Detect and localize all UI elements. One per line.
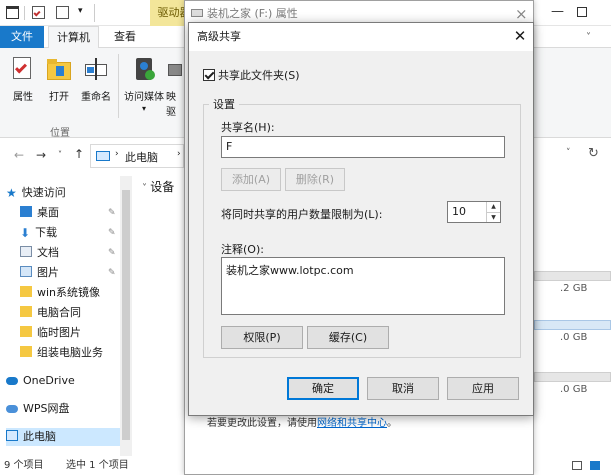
pin-icon[interactable]: ✎ xyxy=(108,208,116,218)
nav-folder-contracts[interactable]: 电脑合同 xyxy=(20,304,81,322)
spin-down-icon[interactable]: ▼ xyxy=(486,212,500,222)
close-icon[interactable]: × xyxy=(515,5,528,23)
properties-quick-icon[interactable] xyxy=(32,6,45,19)
user-limit-label: 将同时共享的用户数量限制为(L): xyxy=(221,208,383,221)
nav-scrollbar-thumb[interactable] xyxy=(122,190,130,440)
pictures-icon xyxy=(20,266,32,277)
nav-onedrive[interactable]: OneDrive xyxy=(6,372,75,390)
rename-button[interactable]: 重命名 xyxy=(78,56,114,103)
nav-folder-pc-assembly[interactable]: 组装电脑业务 xyxy=(20,344,103,362)
media-icon xyxy=(131,56,157,82)
nav-wps-drive[interactable]: WPS网盘 xyxy=(6,400,70,418)
nav-desktop[interactable]: 桌面 xyxy=(20,204,59,222)
selected-count: 选中 1 个项目 xyxy=(66,460,129,471)
desktop-icon xyxy=(20,206,32,217)
nav-folder-win-images[interactable]: win系统镜像 xyxy=(20,284,100,302)
drive-size-label: .2 GB xyxy=(560,283,588,294)
pin-icon[interactable]: ✎ xyxy=(108,248,116,258)
collapse-chevron-icon: ˅ xyxy=(142,183,151,194)
permissions-button[interactable]: 权限(P) xyxy=(221,326,303,349)
pin-icon[interactable]: ✎ xyxy=(108,228,116,238)
drive-usage-bar xyxy=(534,372,611,382)
wps-cloud-icon xyxy=(6,405,18,413)
ribbon-expand-icon[interactable]: ˅ xyxy=(586,32,591,43)
add-button[interactable]: 添加(A) xyxy=(221,168,281,191)
access-media-button[interactable]: 访问媒体 ▾ xyxy=(122,56,166,114)
recent-dropdown-icon[interactable]: ˅ xyxy=(58,150,62,159)
cancel-button[interactable]: 取消 xyxy=(367,377,439,400)
tiles-view-icon[interactable] xyxy=(590,461,600,470)
open-button[interactable]: 打开 xyxy=(44,56,74,103)
this-pc-icon xyxy=(96,151,110,161)
spin-up-icon[interactable]: ▲ xyxy=(486,202,500,212)
star-icon: ★ xyxy=(6,186,17,200)
nav-this-pc[interactable]: 此电脑 xyxy=(6,428,120,446)
drive-size-label: .0 GB xyxy=(560,384,588,395)
properties-button[interactable]: 属性 xyxy=(8,56,38,103)
computer-icon xyxy=(6,430,18,441)
remove-button[interactable]: 删除(R) xyxy=(285,168,345,191)
navigation-pane: ★ 快速访问 桌面 ⬇ 下载 文档 图片 win系统镜像 电脑合同 临时图片 组装电… xyxy=(0,176,132,456)
comment-label: 注释(O): xyxy=(221,243,264,256)
minimize-icon[interactable]: — xyxy=(551,4,564,19)
properties-icon xyxy=(10,56,36,82)
nav-scrollbar[interactable] xyxy=(120,176,132,456)
nav-folder-temp-pictures[interactable]: 临时图片 xyxy=(20,324,81,342)
drive-usage-bar xyxy=(534,271,611,281)
nav-quick-access[interactable]: ★ 快速访问 xyxy=(6,184,66,202)
checkbox-checked-icon xyxy=(203,69,215,81)
forward-icon[interactable]: → xyxy=(36,148,46,162)
rename-icon xyxy=(83,56,109,82)
share-folder-checkbox[interactable]: 共享此文件夹(S) xyxy=(203,69,300,83)
apply-button[interactable]: 应用 xyxy=(447,377,519,400)
sharing-tip: 若要更改此设置，请使用网络和共享中心。 xyxy=(207,418,397,429)
tab-computer[interactable]: 计算机 xyxy=(48,26,99,48)
window-icon xyxy=(6,6,19,19)
advanced-sharing-title: 高级共享 xyxy=(189,23,533,51)
pin-icon[interactable]: ✎ xyxy=(108,268,116,278)
tab-view[interactable]: 查看 xyxy=(106,26,144,48)
network-sharing-center-link[interactable]: 网络和共享中心 xyxy=(317,418,387,429)
new-folder-quick-icon[interactable] xyxy=(56,6,69,19)
cloud-icon xyxy=(6,377,18,385)
item-count: 9 个项目 xyxy=(4,460,44,471)
quick-access-dropdown-icon[interactable]: ▾ xyxy=(78,6,83,16)
nav-downloads[interactable]: ⬇ 下载 xyxy=(20,224,57,242)
folder-icon xyxy=(20,346,32,357)
maximize-icon[interactable] xyxy=(577,7,587,17)
close-icon[interactable]: ✕ xyxy=(511,27,529,45)
ok-button[interactable]: 确定 xyxy=(287,377,359,400)
tab-file[interactable]: 文件 xyxy=(0,26,44,48)
map-drive-icon xyxy=(166,56,182,82)
download-icon: ⬇ xyxy=(20,226,31,240)
devices-section-header[interactable]: ˅ 设备 xyxy=(142,178,174,195)
folder-icon xyxy=(20,286,32,297)
drive-usage-bar xyxy=(534,320,611,330)
back-icon[interactable]: ← xyxy=(14,148,24,162)
folder-icon xyxy=(20,326,32,337)
refresh-icon[interactable]: ↻ xyxy=(588,146,599,161)
nav-documents[interactable]: 文档 xyxy=(20,244,59,262)
details-view-icon[interactable] xyxy=(572,461,582,470)
map-drive-button[interactable]: 映 驱 xyxy=(166,56,184,118)
address-box[interactable]: › 此电脑 › xyxy=(90,144,184,168)
share-name-label: 共享名(H): xyxy=(221,121,275,134)
drive-size-label: .0 GB xyxy=(560,332,588,343)
user-limit-stepper[interactable]: 10 ▲ ▼ xyxy=(447,201,501,223)
open-folder-icon xyxy=(46,56,72,82)
settings-group-title: 设置 xyxy=(209,96,239,112)
caching-button[interactable]: 缓存(C) xyxy=(307,326,389,349)
advanced-sharing-dialog: 高级共享 ✕ 共享此文件夹(S) 设置 共享名(H): F 添加(A) 删除(R… xyxy=(188,22,534,416)
share-name-input[interactable]: F xyxy=(221,136,505,158)
up-icon[interactable]: ↑ xyxy=(74,147,84,161)
user-limit-value: 10 xyxy=(452,205,466,218)
nav-pictures[interactable]: 图片 xyxy=(20,264,59,282)
folder-icon xyxy=(20,306,32,317)
ribbon-group-location: 位置 xyxy=(50,128,70,139)
address-path: 此电脑 xyxy=(125,151,158,164)
address-dropdown-icon[interactable]: ˅ xyxy=(566,148,571,158)
comment-textarea[interactable]: 装机之家www.lotpc.com xyxy=(221,257,505,315)
document-icon xyxy=(20,246,32,257)
